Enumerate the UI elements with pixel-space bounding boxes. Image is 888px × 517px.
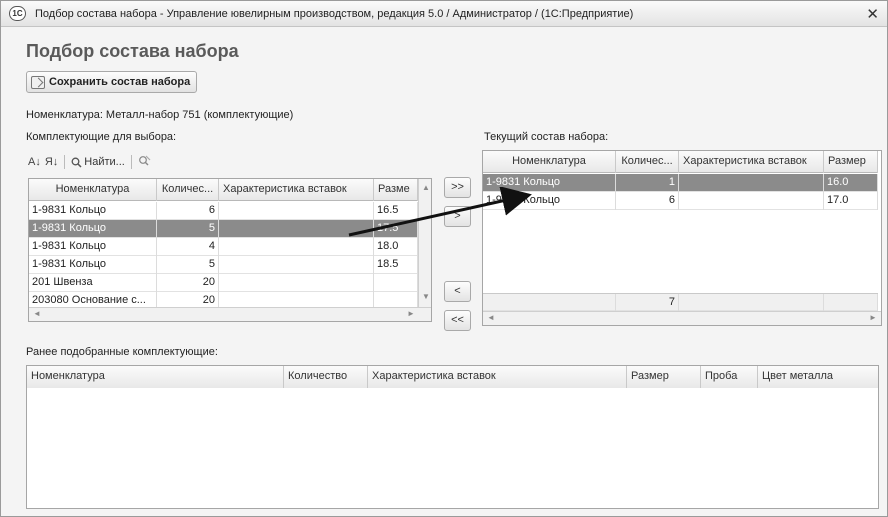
current-set-grid[interactable]: Номенклатура Количес... Характеристика вст… bbox=[482, 150, 882, 326]
toolbar-divider bbox=[64, 155, 66, 169]
scroll-left-icon[interactable]: ◄ bbox=[33, 309, 41, 318]
table-cell-qty: 6 bbox=[157, 202, 219, 220]
column-header[interactable]: Количество bbox=[284, 366, 368, 388]
table-cell-qty: 5 bbox=[157, 220, 219, 238]
table-row[interactable]: 1-9831 Кольцо 1 16.0 bbox=[483, 174, 878, 192]
nomenclature-label: Номенклатура: Металл-набор 751 (комплект… bbox=[26, 109, 294, 121]
totals-cell bbox=[679, 294, 824, 312]
column-header[interactable]: Номенклатура bbox=[27, 366, 284, 388]
table-cell-nom: 1-9831 Кольцо bbox=[29, 238, 157, 256]
toolbar-divider bbox=[130, 155, 132, 169]
table-cell-nom: 1-9831 Кольцо bbox=[29, 256, 157, 274]
table-cell-size: 18.5 bbox=[374, 256, 418, 274]
save-icon bbox=[31, 75, 45, 89]
find-button-label: Найти... bbox=[84, 156, 125, 168]
sort-descending-icon[interactable]: Я↓ bbox=[45, 156, 58, 168]
column-header[interactable]: Проба bbox=[701, 366, 758, 388]
remove-all-button[interactable]: << bbox=[444, 310, 471, 331]
app-window: 1С Подбор состава набора - Управление юв… bbox=[0, 0, 888, 517]
title-bar: 1С Подбор состава набора - Управление юв… bbox=[1, 1, 887, 27]
sort-ascending-icon[interactable]: A↓ bbox=[28, 156, 41, 168]
scroll-left-icon[interactable]: ◄ bbox=[487, 313, 495, 322]
scroll-down-icon[interactable]: ▼ bbox=[422, 292, 430, 301]
column-header[interactable]: Размер bbox=[824, 151, 878, 173]
scroll-right-icon[interactable]: ► bbox=[407, 309, 415, 318]
totals-row: 7 bbox=[483, 293, 878, 312]
table-row[interactable]: 1-9831 Кольцо 6 17.0 bbox=[483, 192, 878, 210]
table-cell-nom: 201 Швенза bbox=[29, 274, 157, 292]
annotation-arrow bbox=[348, 187, 532, 237]
table-row[interactable]: 1-9831 Кольцо 5 18.5 bbox=[29, 256, 418, 274]
column-header[interactable]: Количес... bbox=[157, 179, 219, 201]
column-header[interactable]: Характеристика вставок bbox=[368, 366, 627, 388]
horizontal-scrollbar[interactable]: ◄ ► bbox=[483, 311, 881, 325]
column-header[interactable]: Цвет металла bbox=[758, 366, 878, 388]
scroll-right-icon[interactable]: ► bbox=[869, 313, 877, 322]
table-cell-qty: 5 bbox=[157, 256, 219, 274]
totals-cell bbox=[483, 294, 616, 312]
column-header[interactable]: Номенклатура bbox=[29, 179, 157, 201]
column-header[interactable]: Характеристика вставок bbox=[679, 151, 824, 173]
table-cell-nom: 1-9831 Кольцо bbox=[29, 220, 157, 238]
save-set-button[interactable]: Сохранить состав набора bbox=[26, 71, 198, 93]
table-cell-size: 16.0 bbox=[824, 174, 878, 192]
table-cell-char bbox=[219, 274, 374, 292]
totals-cell bbox=[824, 294, 878, 312]
bottom-panel-label: Ранее подобранные комплектующие: bbox=[26, 346, 218, 358]
close-icon[interactable]: ✕ bbox=[866, 5, 879, 23]
table-cell-qty: 6 bbox=[616, 192, 679, 210]
current-set-grid-header: Номенклатура Количес... Характеристика вст… bbox=[483, 151, 878, 173]
table-cell-qty: 1 bbox=[616, 174, 679, 192]
left-panel-label: Комплектующие для выбора: bbox=[26, 131, 177, 143]
window-title: Подбор состава набора - Управление ювели… bbox=[35, 8, 634, 20]
previous-components-grid[interactable]: Номенклатура Количество Характеристика вст… bbox=[26, 365, 879, 509]
left-toolbar: A↓ Я↓ Найти... bbox=[28, 153, 151, 171]
total-quantity: 7 bbox=[616, 294, 679, 312]
save-button-label: Сохранить состав набора bbox=[49, 76, 191, 88]
table-cell-size bbox=[374, 274, 418, 292]
previous-components-grid-header: Номенклатура Количество Характеристика вст… bbox=[27, 366, 878, 388]
table-cell-nom: 1-9831 Кольцо bbox=[29, 202, 157, 220]
table-cell-qty: 20 bbox=[157, 274, 219, 292]
table-cell-char bbox=[219, 256, 374, 274]
horizontal-scrollbar[interactable]: ◄ ► bbox=[29, 307, 431, 321]
remove-button[interactable]: < bbox=[444, 281, 471, 302]
right-panel-label: Текущий состав набора: bbox=[484, 131, 609, 143]
app-logo-icon: 1С bbox=[9, 6, 26, 21]
column-header[interactable]: Номенклатура bbox=[483, 151, 616, 173]
table-cell-qty: 4 bbox=[157, 238, 219, 256]
table-cell-char bbox=[679, 174, 824, 192]
table-row[interactable]: 201 Швенза 20 bbox=[29, 274, 418, 292]
find-button[interactable]: Найти... bbox=[71, 156, 125, 168]
column-header[interactable]: Количес... bbox=[616, 151, 679, 173]
column-header[interactable]: Размер bbox=[627, 366, 701, 388]
table-cell-size: 17.0 bbox=[824, 192, 878, 210]
clear-search-icon[interactable] bbox=[138, 155, 151, 170]
table-cell-char bbox=[679, 192, 824, 210]
form-title: Подбор состава набора bbox=[26, 41, 239, 61]
search-icon bbox=[71, 157, 82, 168]
